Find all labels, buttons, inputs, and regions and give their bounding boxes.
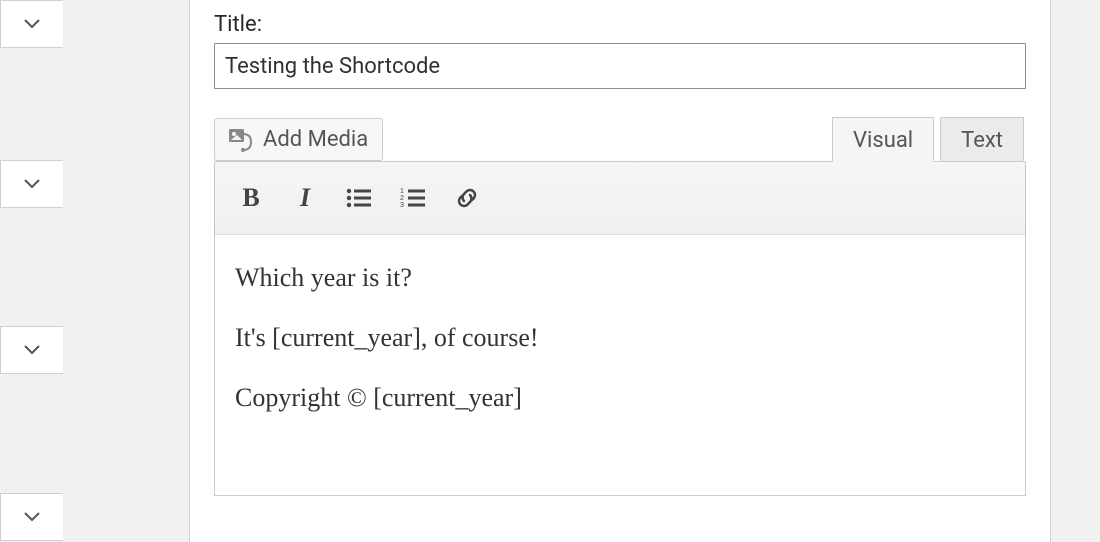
tab-text[interactable]: Text <box>940 117 1024 161</box>
add-media-button[interactable]: Add Media <box>214 118 383 161</box>
link-button[interactable] <box>443 176 491 220</box>
numbered-list-button[interactable]: 1 2 3 <box>389 176 437 220</box>
editor-paragraph: Copyright © [current_year] <box>235 383 1005 413</box>
chevron-down-icon <box>24 512 40 522</box>
title-row: Title: <box>190 0 1050 89</box>
italic-button[interactable]: I <box>281 176 329 220</box>
chevron-down-icon <box>24 179 40 189</box>
right-gutter <box>1051 0 1100 542</box>
bullet-list-button[interactable] <box>335 176 383 220</box>
bold-button[interactable]: B <box>227 176 275 220</box>
sidebar-strip <box>0 0 63 542</box>
chevron-down-icon <box>24 19 40 29</box>
title-label: Title: <box>214 12 1026 37</box>
widget-editor-panel: Title: Add Media Visual Text B I <box>189 0 1051 542</box>
chevron-down-icon <box>24 345 40 355</box>
svg-text:3: 3 <box>400 202 404 209</box>
media-tabs-row: Add Media Visual Text <box>190 89 1050 161</box>
editor-tabs: Visual Text <box>832 117 1024 161</box>
sidebar-toggle-3[interactable] <box>0 326 63 374</box>
svg-text:2: 2 <box>400 195 404 202</box>
italic-icon: I <box>300 183 310 213</box>
media-icon <box>229 128 255 152</box>
editor-paragraph: Which year is it? <box>235 263 1005 293</box>
link-icon <box>454 185 480 211</box>
editor-content[interactable]: Which year is it? It's [current_year], o… <box>215 235 1025 495</box>
editor-paragraph: It's [current_year], of course! <box>235 323 1005 353</box>
bullet-list-icon <box>346 187 372 209</box>
title-input[interactable] <box>214 43 1026 89</box>
sidebar-toggle-1[interactable] <box>0 0 63 48</box>
tab-visual[interactable]: Visual <box>832 117 934 162</box>
bold-icon: B <box>242 183 259 213</box>
add-media-label: Add Media <box>263 127 368 152</box>
numbered-list-icon: 1 2 3 <box>400 187 426 209</box>
editor-wrapper: B I 1 2 3 <box>214 161 1026 496</box>
editor-toolbar: B I 1 2 3 <box>215 162 1025 235</box>
svg-text:1: 1 <box>400 188 404 195</box>
sidebar-toggle-4[interactable] <box>0 493 63 541</box>
sidebar-toggle-2[interactable] <box>0 160 63 208</box>
